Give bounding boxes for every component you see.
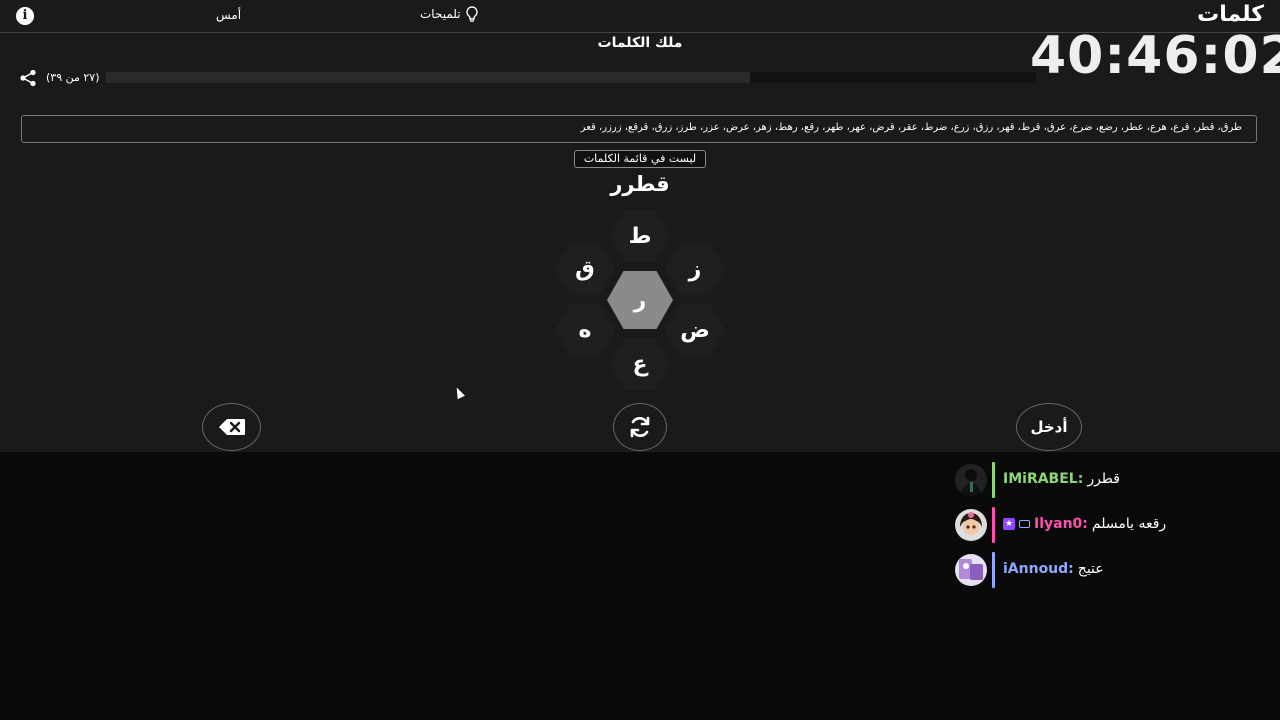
letter-hex-lower-left[interactable]: ه <box>555 304 615 356</box>
chat-message: iAnnoud: عتيج <box>955 550 1275 590</box>
game-area: كلمات تلميحات أمس i ملك الكلمات 40:46:02… <box>0 0 1280 452</box>
star-badge-icon: ★ <box>1003 518 1015 530</box>
chat-text: عتيج <box>1077 561 1104 577</box>
hints-button[interactable]: تلميحات <box>420 6 479 22</box>
found-words-list[interactable]: طرق، قطر، قرع، هرع، عطر، رضع، ضرع، عرق، … <box>21 115 1257 143</box>
letter-hex-center[interactable]: ر <box>607 271 673 329</box>
letter-hex-lower-right[interactable]: ض <box>665 304 725 356</box>
refresh-icon <box>630 416 650 438</box>
backspace-icon <box>218 419 245 435</box>
progress-fill <box>106 72 750 83</box>
progress-bar <box>106 72 1036 83</box>
letter-hex-upper-right[interactable]: ز <box>665 243 725 295</box>
letter-hex-upper-left[interactable]: ق <box>555 243 615 295</box>
sub-badge-icon <box>1019 520 1030 528</box>
enter-button[interactable]: أدخل <box>1016 403 1082 451</box>
avatar <box>955 554 987 586</box>
chat-username: IMiRABEL: <box>1003 471 1084 487</box>
chat-message: ★ Ilyan0: رقعه يامسلم <box>955 505 1275 545</box>
yesterday-button[interactable]: أمس <box>216 8 241 22</box>
rank-title: ملك الكلمات <box>597 35 683 51</box>
countdown-timer: 40:46:02 <box>1030 26 1280 86</box>
letter-hex-bottom[interactable]: ع <box>610 338 670 390</box>
progress-count: (٢٧ من ٣٩) <box>46 71 100 84</box>
current-word: قطرر <box>610 172 670 196</box>
shuffle-button[interactable] <box>613 403 667 451</box>
chat-accent-bar <box>992 462 995 498</box>
chat-accent-bar <box>992 507 995 543</box>
chat-text: قطرر <box>1087 471 1120 487</box>
mouse-cursor <box>453 385 465 400</box>
letter-hex-top[interactable]: ط <box>610 210 670 262</box>
hints-label: تلميحات <box>420 7 461 21</box>
chat-text: رقعه يامسلم <box>1091 516 1167 532</box>
share-icon[interactable] <box>19 69 37 87</box>
avatar <box>955 464 987 496</box>
chat-accent-bar <box>992 552 995 588</box>
delete-button[interactable] <box>202 403 261 451</box>
app-title: كلمات <box>1197 2 1264 27</box>
chat-username: iAnnoud: <box>1003 561 1074 577</box>
info-icon[interactable]: i <box>16 7 34 25</box>
chat-overlay: IMiRABEL: قطرر ★ Ilyan0: رقعه يامسلم iAn… <box>955 460 1275 595</box>
chat-message: IMiRABEL: قطرر <box>955 460 1275 500</box>
lightbulb-icon <box>465 6 478 22</box>
avatar <box>955 509 987 541</box>
not-in-list-toast: ليست في قائمة الكلمات <box>574 150 706 168</box>
chat-username: Ilyan0: <box>1034 516 1088 532</box>
